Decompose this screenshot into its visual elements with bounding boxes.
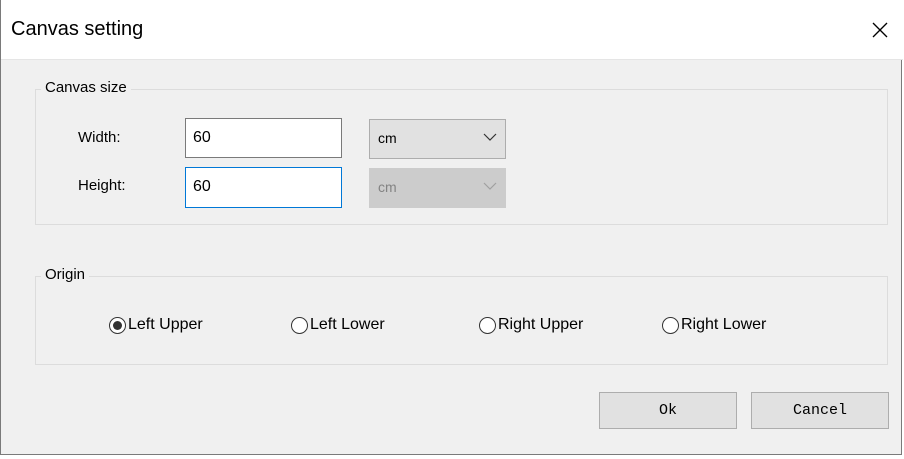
radio-indicator — [662, 316, 679, 334]
width-unit-select[interactable]: cm — [369, 119, 506, 159]
dialog-title: Canvas setting — [11, 18, 144, 40]
radio-indicator — [291, 316, 308, 334]
radio-indicator — [479, 316, 496, 334]
radio-label: Left Lower — [310, 316, 385, 333]
radio-label: Right Lower — [681, 316, 767, 333]
chevron-down-icon — [483, 133, 497, 141]
radio-label: Right Upper — [498, 316, 584, 333]
origin-legend: Origin — [41, 266, 90, 283]
title-bar: Canvas setting — [1, 0, 903, 60]
radio-right-upper[interactable]: Right Upper — [479, 316, 583, 334]
width-input[interactable]: 60 — [185, 118, 342, 158]
radio-selected-dot — [113, 320, 122, 330]
height-unit-value: cm — [378, 179, 397, 195]
radio-right-lower[interactable]: Right Lower — [662, 316, 766, 334]
ok-button[interactable]: Ok — [599, 392, 737, 429]
height-unit-select: cm — [369, 168, 506, 208]
radio-left-upper[interactable]: Left Upper — [109, 316, 203, 334]
radio-left-lower[interactable]: Left Lower — [291, 316, 385, 334]
cancel-button[interactable]: Cancel — [751, 392, 889, 429]
height-input[interactable]: 60 — [185, 167, 342, 208]
height-label: Height: — [78, 177, 126, 194]
width-label: Width: — [78, 129, 121, 146]
canvas-size-legend: Canvas size — [41, 79, 131, 96]
close-button[interactable] — [857, 2, 903, 58]
radio-indicator — [109, 316, 126, 334]
canvas-setting-dialog: Canvas setting Canvas size Width: 60 cm … — [0, 0, 903, 455]
width-unit-value: cm — [378, 130, 397, 146]
radio-label: Left Upper — [128, 316, 203, 333]
close-icon — [872, 22, 888, 38]
chevron-down-icon — [483, 182, 497, 190]
